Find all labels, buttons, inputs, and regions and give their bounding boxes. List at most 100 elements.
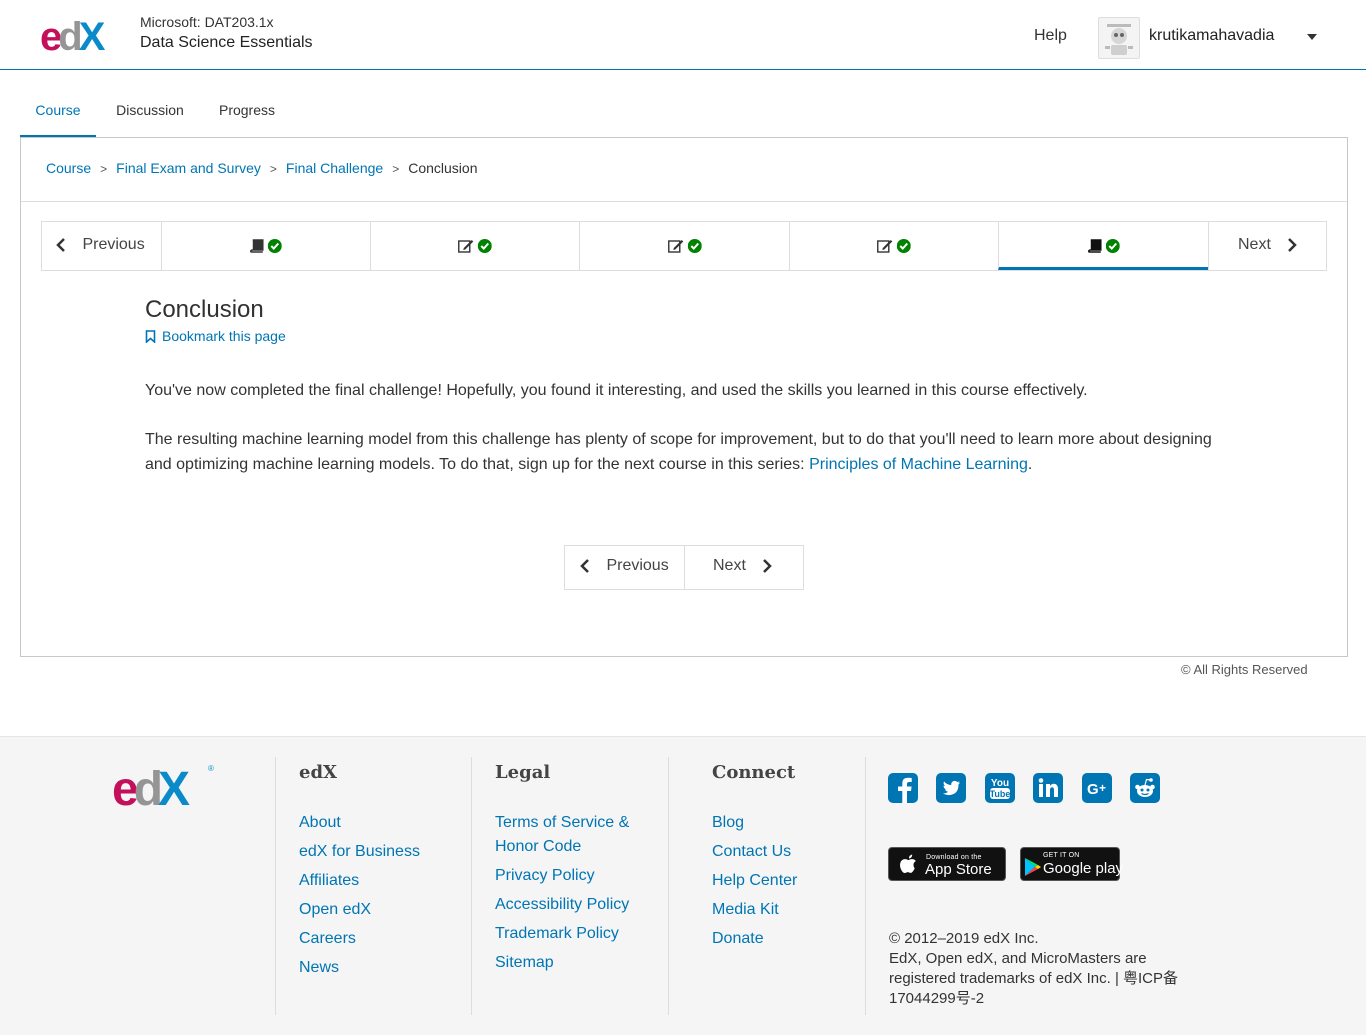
youtube-icon[interactable]: YouTube	[984, 773, 1015, 803]
course-org: Microsoft: DAT203.1x	[140, 14, 274, 30]
edit-icon	[877, 239, 893, 253]
divider	[21, 201, 1347, 202]
bottom-previous-button[interactable]: Previous	[580, 546, 684, 589]
breadcrumb: Course > Final Exam and Survey > Final Chall…	[46, 160, 477, 176]
divider	[668, 757, 669, 1015]
avatar-robot-icon	[1105, 24, 1133, 55]
twitter-icon[interactable]	[936, 773, 967, 803]
footer-heading-legal: Legal	[495, 762, 551, 783]
linkedin-icon[interactable]	[1033, 773, 1064, 803]
sequence-next-button[interactable]: Next	[1208, 222, 1326, 270]
facebook-icon[interactable]	[888, 773, 918, 803]
footer-link-blog[interactable]: Blog	[712, 814, 744, 831]
reddit-icon[interactable]	[1130, 773, 1161, 803]
paragraph-end: .	[1027, 456, 1033, 473]
tab-course[interactable]: Course	[20, 88, 96, 138]
sequence-unit-tab[interactable]	[161, 222, 370, 270]
footer-link-about[interactable]: About	[299, 814, 341, 831]
sequence-unit-tab[interactable]	[789, 222, 998, 270]
avatar[interactable]	[1098, 17, 1140, 59]
tab-progress[interactable]: Progress	[215, 88, 279, 138]
check-circle-icon	[268, 238, 283, 253]
footer-link-donate[interactable]: Donate	[712, 930, 764, 947]
app-store-small-text: Download on the	[926, 854, 982, 861]
tab-discussion[interactable]: Discussion	[111, 88, 189, 138]
chevron-right-icon	[1288, 238, 1298, 252]
chevron-left-icon	[580, 559, 589, 573]
chevron-right-icon	[763, 559, 773, 573]
bottom-next-label: Next	[713, 557, 746, 574]
breadcrumb-course[interactable]: Course	[46, 160, 91, 176]
all-rights-reserved: © All Rights Reserved	[1181, 662, 1308, 677]
bookmark-label: Bookmark this page	[162, 328, 286, 344]
breadcrumb-final-challenge[interactable]: Final Challenge	[286, 160, 383, 176]
username[interactable]: krutikamahavadia	[1149, 27, 1274, 45]
footer-link-media-kit[interactable]: Media Kit	[712, 901, 779, 918]
app-store-badge[interactable]: Download on the App Store	[888, 847, 1006, 881]
chevron-right-icon: >	[100, 162, 108, 176]
svg-text:+: +	[1099, 781, 1106, 795]
paragraph-text: The resulting machine learning model fro…	[145, 431, 1212, 473]
footer-link-help-center[interactable]: Help Center	[712, 872, 797, 889]
footer-edx-logo[interactable]: edX ®	[112, 761, 218, 809]
breadcrumb-final-exam[interactable]: Final Exam and Survey	[116, 160, 261, 176]
app-store-big-text: App Store	[925, 861, 992, 878]
course-title: Data Science Essentials	[140, 34, 313, 51]
bottom-sequence-nav: Previous Next	[564, 545, 804, 590]
divider	[471, 757, 472, 1015]
bookmark-button[interactable]: Bookmark this page	[145, 328, 286, 344]
check-circle-icon	[1105, 238, 1120, 253]
site-header: edX Microsoft: DAT203.1x Data Science Es…	[0, 0, 1366, 70]
footer-link-business[interactable]: edX for Business	[299, 843, 420, 860]
chevron-right-icon: >	[269, 162, 277, 176]
check-circle-icon	[478, 238, 493, 253]
social-links: You Tube G +	[888, 773, 1174, 803]
footer-link-contact[interactable]: Contact Us	[712, 843, 791, 860]
footer-link-sitemap[interactable]: Sitemap	[495, 954, 554, 971]
site-footer: edX ® edX About edX for Business Affilia…	[0, 736, 1366, 1035]
footer-link-terms[interactable]: Terms of Service & Honor Code	[495, 814, 629, 855]
svg-text:Tube: Tube	[989, 789, 1010, 799]
svg-text:You: You	[991, 778, 1009, 789]
apple-icon	[900, 854, 916, 874]
sequence-unit-tab[interactable]	[370, 222, 579, 270]
footer-link-affiliates[interactable]: Affiliates	[299, 872, 359, 889]
help-link[interactable]: Help	[1034, 27, 1067, 45]
footer-link-accessibility[interactable]: Accessibility Policy	[495, 896, 629, 913]
divider	[865, 757, 866, 1015]
footer-link-news[interactable]: News	[299, 959, 339, 976]
user-menu-caret-icon[interactable]	[1303, 24, 1321, 48]
copyright-line: 17044299号-2	[889, 990, 985, 1007]
edx-logo[interactable]: edX	[40, 14, 120, 54]
chevron-right-icon: >	[392, 162, 400, 176]
svg-text:edX: edX	[112, 763, 190, 809]
bottom-next-button[interactable]: Next	[713, 546, 803, 589]
divider	[684, 546, 685, 589]
sequence-next-label: Next	[1238, 236, 1271, 253]
course-content-panel: Course > Final Exam and Survey > Final Chall…	[20, 137, 1348, 657]
copyright-line: © 2012–2019 edX Inc.	[889, 930, 1039, 947]
footer-heading-connect: Connect	[712, 762, 796, 783]
principles-ml-link[interactable]: Principles of Machine Learning	[809, 456, 1028, 473]
edit-icon	[458, 239, 474, 253]
breadcrumb-current: Conclusion	[408, 160, 478, 176]
footer-link-trademark[interactable]: Trademark Policy	[495, 925, 619, 942]
footer-link-careers[interactable]: Careers	[299, 930, 356, 947]
google-play-badge[interactable]: GET IT ON Google play	[1020, 847, 1124, 881]
footer-link-open-edx[interactable]: Open edX	[299, 901, 371, 918]
unit-paragraph: The resulting machine learning model fro…	[145, 427, 1225, 477]
copyright-line: registered trademarks of edX Inc. | 粤ICP…	[889, 970, 1179, 987]
google-play-big-text: Google play	[1043, 860, 1124, 877]
sequence-unit-tab[interactable]	[579, 222, 789, 270]
sequence-unit-tab-active[interactable]	[998, 222, 1208, 270]
footer-heading-edx: edX	[299, 762, 338, 783]
google-play-icon	[1025, 858, 1041, 876]
book-icon	[249, 238, 264, 253]
google-plus-icon[interactable]: G +	[1081, 773, 1112, 803]
book-icon	[1087, 238, 1102, 253]
check-circle-icon	[687, 238, 702, 253]
google-play-small-text: GET IT ON	[1043, 852, 1080, 859]
chevron-left-icon	[56, 238, 65, 252]
sequence-previous-button[interactable]: Previous	[56, 222, 161, 270]
footer-link-privacy[interactable]: Privacy Policy	[495, 867, 595, 884]
